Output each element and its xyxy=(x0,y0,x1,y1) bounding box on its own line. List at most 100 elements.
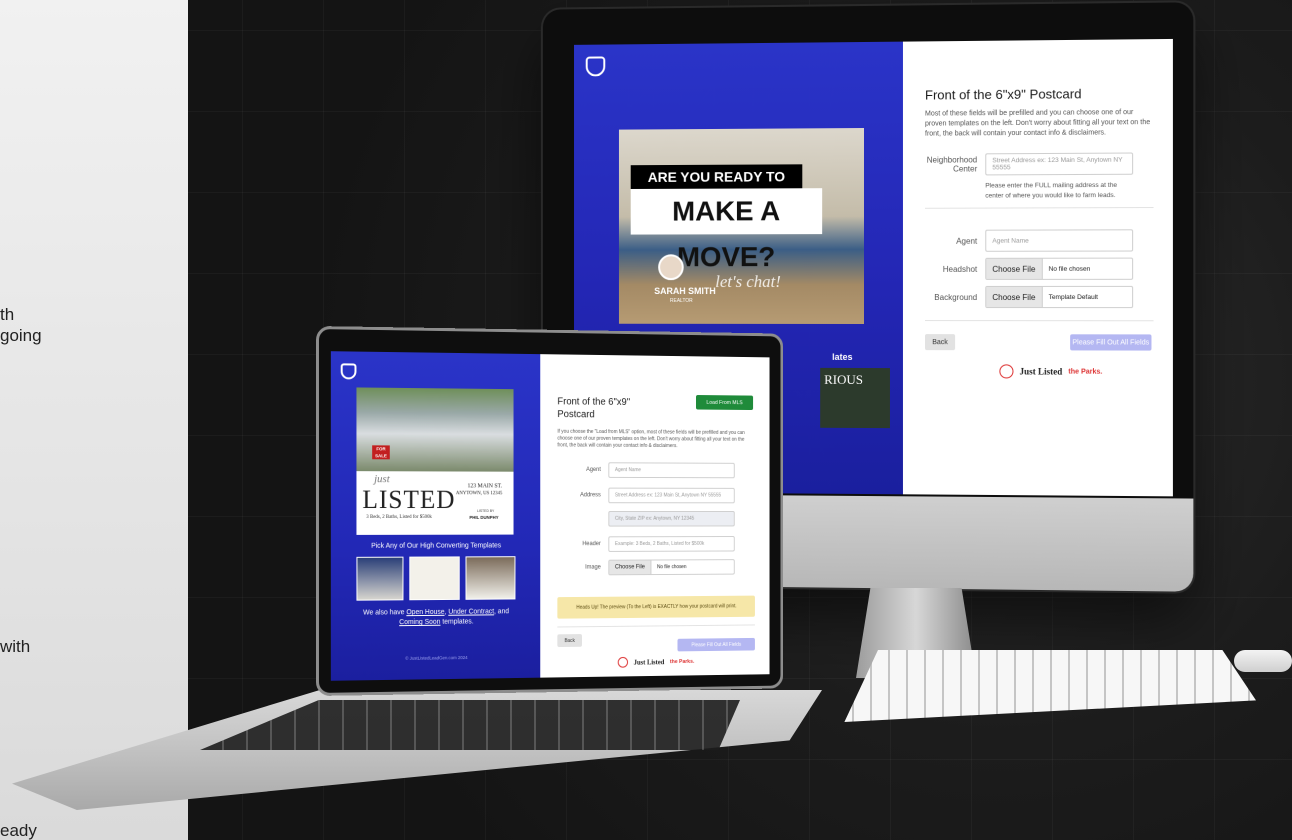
laptop-form-panel: Front of the 6"x9" Postcard Load From ML… xyxy=(540,354,770,678)
back-button[interactable]: Back xyxy=(557,634,582,648)
file-name: No file chosen xyxy=(657,564,687,571)
copyright-footer: © JustListedLeadGen.com 2024 xyxy=(405,655,468,661)
just-listed-logo-icon xyxy=(617,656,629,668)
address-input[interactable]: Street Address ex: 123 Main St, Anytown … xyxy=(608,487,735,504)
image-row: Image Choose File No file chosen xyxy=(557,559,735,576)
keyboard xyxy=(844,650,1256,722)
header-row: Header Example: 3 Beds, 2 Baths, Listed … xyxy=(557,536,735,552)
agent-row: Agent Agent Name xyxy=(557,462,735,479)
templates-fragment: lates xyxy=(832,351,853,362)
home-heart-icon[interactable] xyxy=(585,56,606,77)
form-title: Front of the 6"x9" Postcard xyxy=(557,396,631,421)
script-text: let's chat! xyxy=(715,272,781,292)
divider xyxy=(924,206,1154,209)
form-description: Most of these fields will be prefilled a… xyxy=(924,109,1151,138)
neighborhood-help: Please enter the FULL mailing address at… xyxy=(985,181,1118,200)
address-row: Address Street Address ex: 123 Main St, … xyxy=(557,487,735,504)
for-sale-sign: FOR SALE xyxy=(372,445,390,460)
background-row: Background Choose File Template Default xyxy=(925,285,1134,309)
postcard-preview: FOR SALE just LISTED 3 Beds, 2 Baths, Li… xyxy=(356,387,514,535)
divider xyxy=(924,320,1154,322)
mouse xyxy=(1234,650,1292,672)
brand-name: Just Listed xyxy=(1019,366,1063,377)
side-text-line: going xyxy=(0,326,42,345)
listing-details: 3 Beds, 2 Baths, Listed for $500k xyxy=(366,514,432,520)
side-text-line: th xyxy=(0,305,15,324)
submit-button[interactable]: Please Fill Out All Fields xyxy=(677,637,755,652)
file-name: No file chosen xyxy=(1048,265,1091,273)
and-text: , and xyxy=(494,608,509,616)
template-thumbnail[interactable] xyxy=(356,556,404,601)
submit-button[interactable]: Please Fill Out All Fields xyxy=(1070,334,1152,351)
rious-fragment: RIOUS xyxy=(824,371,864,387)
listed-by-label: LISTED BY xyxy=(477,509,495,513)
side-text-line: with xyxy=(0,637,31,656)
neighborhood-label: Neighborhood Center xyxy=(926,155,978,174)
just-text: just xyxy=(374,473,390,486)
city-row: City, State ZIP ex: Anytown, NY 12345 xyxy=(557,511,735,527)
agent-title: REALTOR xyxy=(669,297,693,304)
choose-file-button[interactable]: Choose File xyxy=(986,258,1043,279)
agent-name: SARAH SMITH xyxy=(654,286,716,297)
brand-footer: Just Listed the Parks. xyxy=(999,364,1103,379)
partner-brand: the Parks. xyxy=(1068,368,1103,376)
coming-soon-link[interactable]: Coming Soon xyxy=(399,619,440,626)
neighborhood-input[interactable]: Street Address ex: 123 Main St, Anytown … xyxy=(985,152,1134,176)
file-name: Template Default xyxy=(1048,293,1099,301)
city-input[interactable]: City, State ZIP ex: Anytown, NY 12345 xyxy=(608,511,735,527)
address-line-2: ANYTOWN, US 12345 xyxy=(455,491,503,497)
brand-name: Just Listed xyxy=(633,657,665,667)
address-line-1: 123 MAIN ST. xyxy=(467,483,503,490)
template-thumbnail[interactable] xyxy=(465,556,516,600)
laptop-screen: FOR SALE just LISTED 3 Beds, 2 Baths, Li… xyxy=(330,351,770,681)
background-file-input[interactable]: Choose File Template Default xyxy=(985,285,1134,309)
agent-label: Agent xyxy=(586,467,601,473)
monitor-form-panel: Front of the 6"x9" Postcard Most of thes… xyxy=(902,38,1173,497)
background-label: Background xyxy=(934,292,978,302)
image-label: Image xyxy=(585,564,601,571)
agent-label: Agent xyxy=(956,236,978,246)
listed-text: LISTED xyxy=(362,485,456,514)
headshot-file-input[interactable]: Choose File No file chosen xyxy=(985,257,1134,280)
load-from-mls-button[interactable]: Load From MLS xyxy=(696,395,754,411)
brand-footer: Just Listed the Parks. xyxy=(617,656,695,668)
scene: th going with eady ARE YOU READY TO MAKE… xyxy=(0,0,1292,840)
divider xyxy=(557,624,755,628)
postcard-preview-photo: ARE YOU READY TO MAKE A MOVE? SARAH SMIT… xyxy=(618,128,864,324)
also-have-prefix: We also have xyxy=(363,609,407,617)
template-thumbnail[interactable]: RIOUS xyxy=(820,367,890,429)
just-listed-logo-icon xyxy=(999,364,1014,379)
move-headline: MAKE A MOVE? xyxy=(630,188,823,272)
under-contract-link[interactable]: Under Contract xyxy=(448,608,494,615)
headshot-row: Headshot Choose File No file chosen xyxy=(925,257,1134,280)
also-have-text: We also have Open House, Under Contract,… xyxy=(331,607,540,629)
agent-avatar xyxy=(658,254,684,281)
choose-file-button[interactable]: Choose File xyxy=(609,560,652,575)
header-input[interactable]: Example: 3 Beds, 2 Baths, Listed for $50… xyxy=(608,536,735,552)
laptop: FOR SALE just LISTED 3 Beds, 2 Baths, Li… xyxy=(316,326,784,696)
agent-row: Agent Agent Name xyxy=(925,229,1134,252)
side-text-line: eady xyxy=(0,821,37,840)
laptop-preview-panel: FOR SALE just LISTED 3 Beds, 2 Baths, Li… xyxy=(330,351,541,681)
form-title: Front of the 6"x9" Postcard xyxy=(924,86,1082,103)
headshot-label: Headshot xyxy=(942,264,978,274)
heads-up-notice: Heads Up! The preview (To the Left) is E… xyxy=(557,595,755,619)
house-photo: FOR SALE xyxy=(356,387,514,472)
address-label: Address xyxy=(580,492,601,499)
home-heart-icon[interactable] xyxy=(340,363,357,380)
header-label: Header xyxy=(582,541,601,548)
image-file-input[interactable]: Choose File No file chosen xyxy=(608,559,735,576)
choose-file-button[interactable]: Choose File xyxy=(986,286,1043,308)
pick-templates-heading: Pick Any of Our High Converting Template… xyxy=(371,542,502,550)
partner-brand: the Parks. xyxy=(669,658,695,665)
templates-suffix: templates. xyxy=(440,618,474,626)
back-button[interactable]: Back xyxy=(924,334,956,351)
open-house-link[interactable]: Open House xyxy=(406,609,444,616)
listed-by-name: PHIL DUNPHY xyxy=(469,514,499,520)
agent-input[interactable]: Agent Name xyxy=(985,229,1134,252)
side-panel xyxy=(0,0,188,840)
ready-headline: ARE YOU READY TO xyxy=(630,164,803,189)
form-description: If you choose the "Load from MLS" option… xyxy=(557,428,745,450)
template-thumbnail[interactable] xyxy=(409,556,460,601)
agent-input[interactable]: Agent Name xyxy=(608,462,735,479)
